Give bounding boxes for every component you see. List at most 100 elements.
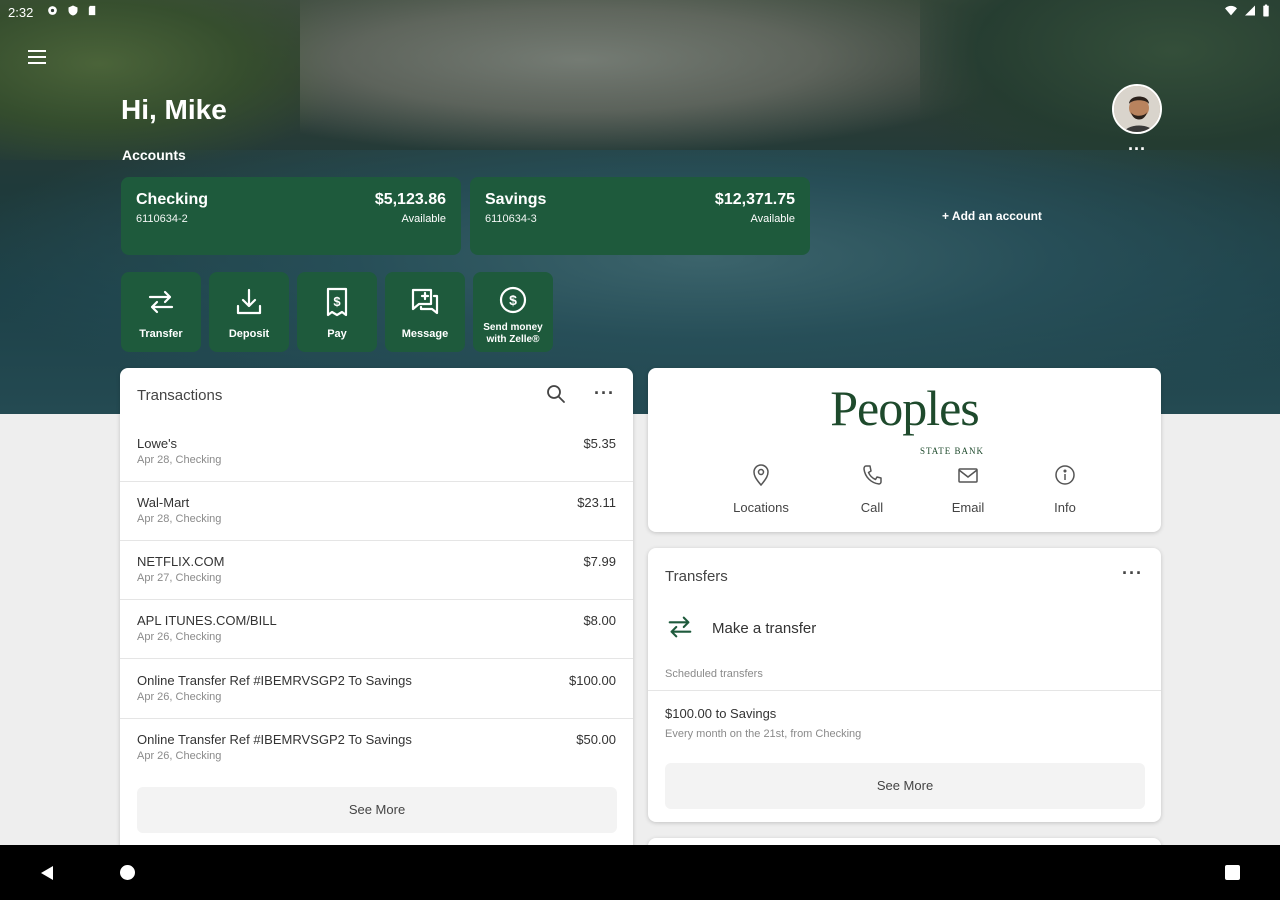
table-row[interactable]: Lowe's Apr 28, Checking $5.35 xyxy=(120,423,633,482)
quick-action-label: Message xyxy=(401,328,449,340)
transactions-see-more-button[interactable]: See More xyxy=(137,787,617,833)
bank-link-label: Email xyxy=(951,500,985,515)
transaction-detail: Apr 27, Checking xyxy=(137,572,222,584)
svg-text:$: $ xyxy=(333,294,341,309)
nav-recents-button[interactable] xyxy=(1225,865,1240,880)
table-row[interactable]: Online Transfer Ref #IBEMRVSGP2 To Savin… xyxy=(120,719,633,778)
email-icon xyxy=(958,468,978,483)
settings-gear-icon xyxy=(48,6,57,15)
transaction-detail: Apr 28, Checking xyxy=(137,513,222,525)
bank-logo: Peoples STATE BANK xyxy=(648,380,1161,456)
add-account-link[interactable]: + Add an account xyxy=(942,209,1042,223)
zelle-icon: $ xyxy=(499,286,527,314)
account-number: 6110634-2 xyxy=(136,213,188,225)
deposit-icon xyxy=(236,288,262,315)
status-bar: 2:32 xyxy=(0,0,1280,26)
scheduled-transfers-label: Scheduled transfers xyxy=(665,668,763,680)
transaction-name: APL ITUNES.COM/BILL xyxy=(137,613,277,628)
more-dots-icon: ··· xyxy=(594,383,615,403)
profile-more-button[interactable]: ··· xyxy=(1122,140,1152,162)
hamburger-menu-icon xyxy=(28,50,46,64)
system-nav-bar xyxy=(0,845,1280,900)
quick-action-label: Transfer xyxy=(139,328,183,340)
bank-link-info[interactable]: Info xyxy=(1015,464,1115,515)
sd-card-icon xyxy=(88,5,96,16)
more-dots-icon: ··· xyxy=(1122,563,1143,583)
info-icon xyxy=(1055,465,1075,485)
battery-icon xyxy=(1263,4,1269,17)
table-row[interactable]: APL ITUNES.COM/BILL Apr 26, Checking $8.… xyxy=(120,600,633,659)
shield-icon xyxy=(68,5,78,16)
account-balance: $5,123.86 xyxy=(374,191,446,208)
scheduled-transfer-detail: Every month on the 21st, from Checking xyxy=(665,728,862,740)
list-item[interactable]: $100.00 to Savings Every month on the 21… xyxy=(648,693,1161,748)
more-dots-icon: ··· xyxy=(1128,139,1146,159)
transfers-more-button[interactable]: ··· xyxy=(1122,564,1143,582)
back-triangle-icon xyxy=(41,866,53,880)
nav-back-button[interactable] xyxy=(40,865,54,886)
transactions-search-button[interactable] xyxy=(546,384,566,409)
quick-action-pay[interactable]: $ Pay xyxy=(297,272,377,352)
wifi-icon xyxy=(1225,5,1237,16)
profile-avatar[interactable] xyxy=(1112,84,1162,134)
nav-home-button[interactable] xyxy=(120,865,135,880)
transaction-name: Online Transfer Ref #IBEMRVSGP2 To Savin… xyxy=(137,673,412,688)
phone-icon xyxy=(863,465,882,485)
transaction-amount: $7.99 xyxy=(583,554,616,569)
make-transfer-label: Make a transfer xyxy=(712,620,817,637)
transaction-amount: $23.11 xyxy=(577,495,616,510)
bank-link-email[interactable]: Email xyxy=(918,464,1018,515)
table-row[interactable]: Wal-Mart Apr 28, Checking $23.11 xyxy=(120,482,633,541)
transaction-name: NETFLIX.COM xyxy=(137,554,225,569)
table-row[interactable]: NETFLIX.COM Apr 27, Checking $7.99 xyxy=(120,541,633,600)
accounts-heading: Accounts xyxy=(122,147,186,163)
bank-link-locations[interactable]: Locations xyxy=(711,464,811,515)
balance-label: Available xyxy=(750,213,795,225)
transaction-name: Wal-Mart xyxy=(137,495,190,510)
message-icon xyxy=(411,288,439,315)
location-pin-icon xyxy=(753,464,769,486)
status-time: 2:32 xyxy=(8,5,34,20)
transaction-detail: Apr 26, Checking xyxy=(137,691,222,703)
bank-link-label: Call xyxy=(860,500,884,515)
search-icon xyxy=(547,385,565,403)
table-row[interactable]: Online Transfer Ref #IBEMRVSGP2 To Savin… xyxy=(120,660,633,719)
account-number: 6110634-3 xyxy=(485,213,537,225)
transactions-card: Transactions ··· Lowe's Apr 28, Checking… xyxy=(120,368,633,858)
bank-info-card: Peoples STATE BANK Locations Call Email … xyxy=(648,368,1161,532)
pay-icon: $ xyxy=(326,287,348,317)
bank-link-label: Locations xyxy=(733,500,789,515)
signal-icon xyxy=(1245,5,1255,16)
transfers-see-more-button[interactable]: See More xyxy=(665,763,1145,809)
transaction-amount: $8.00 xyxy=(583,613,616,628)
make-transfer-button[interactable]: Make a transfer xyxy=(665,610,965,646)
menu-button[interactable] xyxy=(24,44,50,70)
svg-text:$: $ xyxy=(509,292,517,308)
transactions-title: Transactions xyxy=(137,387,223,404)
quick-action-deposit[interactable]: Deposit xyxy=(209,272,289,352)
quick-action-zelle[interactable]: $ Send money with Zelle® xyxy=(473,272,553,352)
account-card-checking[interactable]: Checking 6110634-2 $5,123.86 Available xyxy=(121,177,461,255)
transaction-detail: Apr 26, Checking xyxy=(137,750,222,762)
transaction-detail: Apr 26, Checking xyxy=(137,631,222,643)
scheduled-transfer-title: $100.00 to Savings xyxy=(665,706,777,721)
transaction-name: Online Transfer Ref #IBEMRVSGP2 To Savin… xyxy=(137,732,412,747)
divider xyxy=(648,690,1161,691)
transaction-name: Lowe's xyxy=(137,436,178,451)
account-card-savings[interactable]: Savings 6110634-3 $12,371.75 Available xyxy=(470,177,810,255)
quick-action-transfer[interactable]: Transfer xyxy=(121,272,201,352)
balance-label: Available xyxy=(401,213,446,225)
transaction-amount: $50.00 xyxy=(576,732,616,747)
bank-logo-sub: STATE BANK xyxy=(920,446,985,456)
transfer-icon xyxy=(148,290,174,314)
transaction-amount: $5.35 xyxy=(583,436,616,451)
bank-link-call[interactable]: Call xyxy=(822,464,922,515)
transaction-amount: $100.00 xyxy=(569,673,616,688)
transaction-detail: Apr 28, Checking xyxy=(137,454,222,466)
quick-action-label: Deposit xyxy=(228,328,270,340)
transfer-icon xyxy=(668,616,692,638)
account-balance: $12,371.75 xyxy=(714,191,795,208)
bank-logo-main: Peoples xyxy=(830,380,980,436)
transactions-more-button[interactable]: ··· xyxy=(594,384,615,402)
quick-action-message[interactable]: Message xyxy=(385,272,465,352)
